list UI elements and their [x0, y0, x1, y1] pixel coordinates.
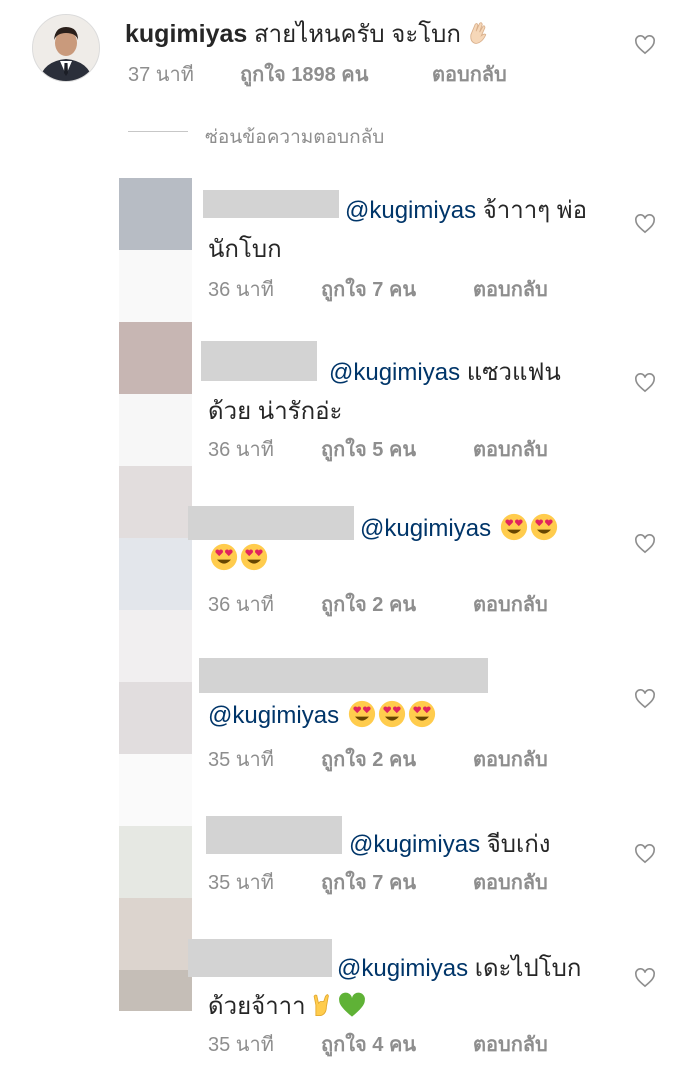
main-comment-time: 37 นาที: [128, 64, 194, 86]
mention-link[interactable]: @kugimiyas: [329, 359, 460, 386]
redacted-username: [188, 506, 354, 540]
redacted-username: [188, 939, 332, 977]
reply-line-2: ด้วยจ้าาา: [208, 986, 366, 1025]
like-heart-icon[interactable]: [634, 35, 656, 55]
reply-line-1: @kugimiyas: [208, 700, 436, 730]
heart-eyes-emoji: [210, 543, 238, 571]
like-heart-icon[interactable]: [634, 373, 656, 393]
reply-likes[interactable]: ถูกใจ 4 คน: [321, 1028, 416, 1060]
reply-likes[interactable]: ถูกใจ 5 คน: [321, 433, 416, 465]
heart-eyes-emoji: [530, 513, 558, 541]
redacted-avatars: [119, 178, 192, 1011]
rock-on-hand-emoji: [308, 991, 336, 1019]
like-heart-icon[interactable]: [634, 968, 656, 988]
heart-eyes-emoji: [500, 513, 528, 541]
reply-button[interactable]: ตอบกลับ: [473, 1028, 548, 1060]
like-heart-icon[interactable]: [634, 534, 656, 554]
like-heart-icon[interactable]: [634, 214, 656, 234]
main-comment-line: kugimiyas สายไหนครับ จะโบก: [125, 14, 491, 53]
mention-link[interactable]: @kugimiyas: [208, 702, 339, 729]
reply-line-1: @kugimiyas แซวแฟน: [329, 359, 561, 386]
reply-line-2: นักโบก: [208, 236, 282, 263]
main-comment-reply-button[interactable]: ตอบกลับ: [432, 58, 507, 90]
hide-replies-button[interactable]: ซ่อนข้อความตอบกลับ: [205, 122, 384, 152]
mention-link[interactable]: @kugimiyas: [360, 515, 491, 542]
heart-eyes-emoji: [378, 700, 406, 728]
divider: [128, 131, 188, 132]
reply-line-1: @kugimiyas จ้าาาๆ พ่อ: [345, 197, 588, 224]
reply-likes[interactable]: ถูกใจ 2 คน: [321, 588, 416, 620]
mention-link[interactable]: @kugimiyas: [349, 831, 480, 858]
like-heart-icon[interactable]: [634, 689, 656, 709]
reply-time: 36 นาที: [208, 279, 274, 301]
mention-link[interactable]: @kugimiyas: [337, 955, 468, 982]
reply-time: 35 นาที: [208, 749, 274, 771]
redacted-username: [201, 341, 317, 381]
reply-likes[interactable]: ถูกใจ 7 คน: [321, 866, 416, 898]
reply-button[interactable]: ตอบกลับ: [473, 273, 548, 305]
green-heart-emoji: [338, 991, 366, 1019]
main-comment-username[interactable]: kugimiyas: [125, 20, 247, 48]
heart-eyes-emoji: [240, 543, 268, 571]
main-comment-likes[interactable]: ถูกใจ 1898 คน: [240, 58, 368, 90]
reply-likes[interactable]: ถูกใจ 2 คน: [321, 743, 416, 775]
reply-line-1: @kugimiyas เดะไปโบก: [337, 955, 582, 982]
reply-line-2: [208, 543, 268, 573]
reply-line-1: @kugimiyas จีบเก่ง: [349, 831, 551, 858]
reply-likes[interactable]: ถูกใจ 7 คน: [321, 273, 416, 305]
heart-eyes-emoji: [348, 700, 376, 728]
reply-time: 36 นาที: [208, 439, 274, 461]
reply-button[interactable]: ตอบกลับ: [473, 743, 548, 775]
redacted-username: [206, 816, 342, 854]
reply-button[interactable]: ตอบกลับ: [473, 588, 548, 620]
reply-line-1: @kugimiyas: [360, 513, 558, 543]
reply-time: 36 นาที: [208, 594, 274, 616]
redacted-username: [199, 658, 488, 693]
reply-time: 35 นาที: [208, 1034, 274, 1056]
main-comment-text: สายไหนครับ จะโบก: [253, 21, 461, 48]
mention-link[interactable]: @kugimiyas: [345, 197, 476, 224]
reply-time: 35 นาที: [208, 872, 274, 894]
avatar[interactable]: [32, 14, 100, 82]
redacted-username: [203, 190, 339, 218]
reply-button[interactable]: ตอบกลับ: [473, 433, 548, 465]
heart-eyes-emoji: [408, 700, 436, 728]
reply-line-2: ด้วย น่ารักอ่ะ: [208, 398, 343, 425]
reply-button[interactable]: ตอบกลับ: [473, 866, 548, 898]
like-heart-icon[interactable]: [634, 844, 656, 864]
waving-hand-emoji: [463, 19, 491, 47]
